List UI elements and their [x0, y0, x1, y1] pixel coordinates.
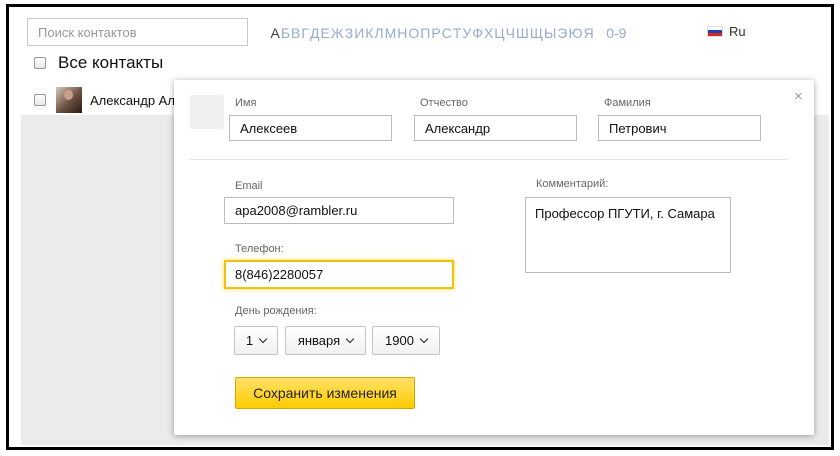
alphabet-filter: АБВГДЕЖЗИКЛМНОПРСТУФХЦЧШЩЫЭЮЯ 0-9 — [270, 24, 627, 42]
contact-editor-dialog: × Имя Отчество Фамилия Email Телефон: Ко… — [174, 80, 814, 435]
alphabet-letter[interactable]: Ч — [505, 25, 515, 41]
alphabet-letter[interactable]: Ю — [568, 25, 583, 41]
birthday-year-select[interactable]: 1900 — [372, 326, 440, 355]
middle-name-label: Отчество — [420, 97, 468, 109]
alphabet-letter[interactable]: С — [441, 25, 452, 41]
alphabet-letter[interactable]: У — [462, 25, 472, 41]
chevron-down-icon — [345, 334, 355, 343]
email-field[interactable] — [224, 197, 454, 224]
divider — [190, 159, 788, 160]
birthday-month-value: января — [297, 333, 341, 348]
alphabet-letter[interactable]: Д — [309, 25, 319, 41]
alphabet-letter[interactable]: З — [344, 25, 353, 41]
alphabet-letter[interactable]: Р — [431, 25, 441, 41]
close-icon[interactable]: × — [794, 88, 803, 105]
alphabet-letters: АБВГДЕЖЗИКЛМНОПРСТУФХЦЧШЩЫЭЮЯ — [270, 25, 594, 41]
alphabet-letter[interactable]: В — [291, 25, 301, 41]
first-name-label: Имя — [235, 97, 257, 109]
digits-filter[interactable]: 0-9 — [606, 25, 626, 41]
russia-flag-icon — [707, 26, 723, 37]
contact-name: Александр Ал — [90, 92, 175, 108]
phone-field[interactable] — [224, 260, 454, 289]
language-label: Ru — [729, 24, 746, 39]
alphabet-letter[interactable]: О — [408, 25, 420, 41]
birthday-day-value: 1 — [245, 333, 254, 348]
alphabet-letter[interactable]: К — [365, 25, 374, 41]
last-name-label: Фамилия — [604, 97, 651, 109]
alphabet-letter[interactable]: Ы — [543, 25, 556, 41]
chevron-down-icon — [419, 334, 429, 343]
birthday-label: День рождения: — [235, 305, 317, 317]
alphabet-letter[interactable]: И — [354, 25, 365, 41]
all-contacts-row: Все контакты — [34, 53, 163, 73]
search-input[interactable] — [27, 18, 248, 46]
chevron-down-icon — [258, 334, 268, 343]
comment-field[interactable]: Профессор ПГУТИ, г. Самара — [525, 197, 731, 273]
alphabet-letter[interactable]: А — [270, 25, 280, 41]
alphabet-letter[interactable]: Э — [557, 25, 568, 41]
language-selector[interactable]: Ru — [707, 24, 746, 39]
alphabet-letter[interactable]: П — [420, 25, 431, 41]
contact-list-item[interactable]: Александр Ал — [34, 87, 175, 113]
comment-label: Комментарий: — [536, 178, 609, 190]
alphabet-letter[interactable]: Н — [397, 25, 408, 41]
alphabet-letter[interactable]: Щ — [529, 25, 543, 41]
select-all-checkbox[interactable] — [34, 57, 46, 69]
alphabet-letter[interactable]: Ц — [494, 25, 505, 41]
birthday-year-value: 1900 — [385, 333, 414, 348]
alphabet-letter[interactable]: Л — [374, 25, 384, 41]
alphabet-letter[interactable]: М — [384, 25, 397, 41]
contact-avatar — [56, 87, 82, 113]
birthday-month-select[interactable]: января — [285, 326, 366, 355]
birthday-day-select[interactable]: 1 — [234, 326, 278, 355]
alphabet-letter[interactable]: Ш — [516, 25, 530, 41]
phone-label: Телефон: — [235, 243, 284, 255]
email-label: Email — [235, 180, 263, 192]
middle-name-field[interactable] — [414, 115, 577, 141]
save-button[interactable]: Сохранить изменения — [235, 377, 415, 409]
first-name-field[interactable] — [229, 115, 392, 141]
contact-photo-placeholder[interactable] — [190, 95, 224, 129]
last-name-field[interactable] — [598, 115, 761, 141]
alphabet-letter[interactable]: Т — [452, 25, 462, 41]
alphabet-letter[interactable]: Б — [280, 25, 290, 41]
contact-checkbox[interactable] — [34, 94, 46, 106]
alphabet-letter[interactable]: Ж — [330, 25, 344, 41]
alphabet-letter[interactable]: Х — [483, 25, 493, 41]
alphabet-letter[interactable]: Я — [583, 25, 594, 41]
contacts-window: АБВГДЕЖЗИКЛМНОПРСТУФХЦЧШЩЫЭЮЯ 0-9 Ru Все… — [6, 4, 834, 450]
alphabet-letter[interactable]: Ф — [472, 25, 484, 41]
alphabet-letter[interactable]: Е — [320, 25, 330, 41]
all-contacts-label: Все контакты — [58, 53, 164, 72]
